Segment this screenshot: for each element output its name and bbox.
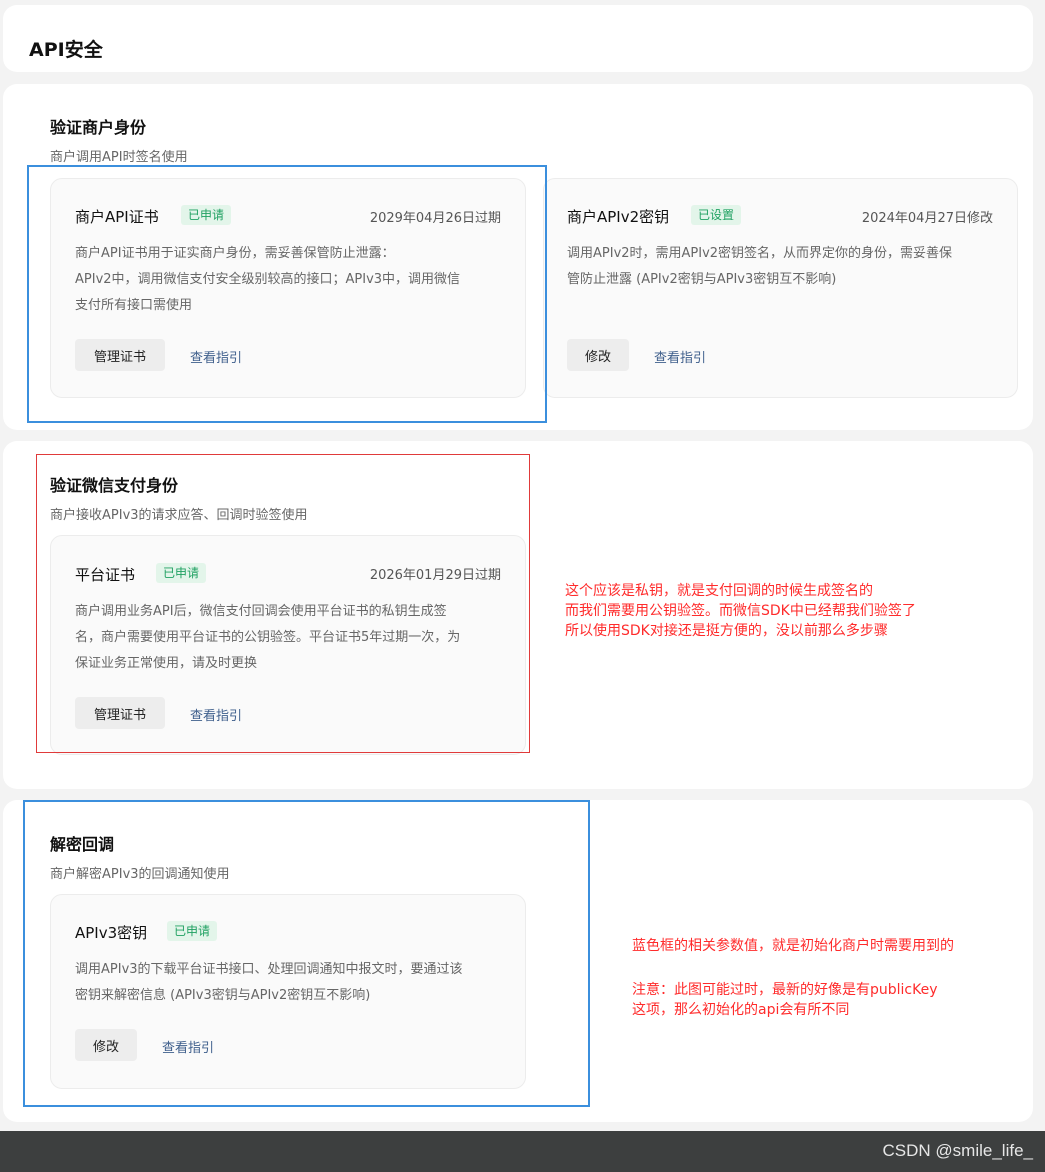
view-guide-link[interactable]: 查看指引 bbox=[654, 347, 706, 366]
annotation-line: 注意：此图可能过时，最新的好像是有publicKey bbox=[632, 982, 938, 998]
desc-line: 商户API证书用于证实商户身份，需妥善保管防止泄露： bbox=[75, 246, 395, 261]
view-guide-link[interactable]: 查看指引 bbox=[190, 705, 242, 724]
annotation-note-private-key: 这个应该是私钥，就是支付回调的时候生成签名的 而我们需要用公钥验签。而微信SDK… bbox=[565, 581, 916, 641]
desc-line: 名，商户需要使用平台证书的公钥验签。平台证书5年过期一次，为 bbox=[75, 630, 461, 645]
annotation-line: 而我们需要用公钥验签。而微信SDK中已经帮我们验签了 bbox=[565, 603, 916, 619]
card-title: 平台证书 bbox=[75, 566, 136, 584]
desc-line: 调用APIv3的下载平台证书接口、处理回调通知中报文时，要通过该 bbox=[75, 962, 463, 977]
header-panel: API安全 bbox=[3, 5, 1033, 72]
view-guide-link[interactable]: 查看指引 bbox=[162, 1037, 214, 1056]
page-title: API安全 bbox=[29, 39, 103, 61]
annotation-line: 蓝色框的相关参数值，就是初始化商户时需要用到的 bbox=[632, 938, 954, 954]
expiry-date: 2026年01月29日过期 bbox=[369, 568, 501, 583]
section-title: 解密回调 bbox=[50, 835, 115, 854]
desc-line: 管防止泄露 (APIv2密钥与APIv3密钥互不影响) bbox=[567, 272, 837, 287]
annotation-line: 所以使用SDK对接还是挺方便的，没以前那么多步骤 bbox=[565, 623, 888, 639]
desc-line: 调用APIv2时，需用APIv2密钥签名，从而界定你的身份，需妥善保 bbox=[567, 246, 953, 261]
annotation-line: 这项，那么初始化的api会有所不同 bbox=[632, 1002, 850, 1018]
view-guide-link[interactable]: 查看指引 bbox=[190, 347, 242, 366]
annotation-note-outdated: 注意：此图可能过时，最新的好像是有publicKey 这项，那么初始化的api会… bbox=[632, 980, 938, 1020]
card-title: APIv3密钥 bbox=[75, 924, 148, 942]
section-title: 验证商户身份 bbox=[50, 118, 147, 137]
manage-cert-button[interactable]: 管理证书 bbox=[75, 697, 165, 729]
status-badge: 已设置 bbox=[691, 205, 742, 225]
expiry-date: 2029年04月26日过期 bbox=[369, 211, 501, 226]
status-badge: 已申请 bbox=[156, 563, 207, 583]
annotation-note-blue-box: 蓝色框的相关参数值，就是初始化商户时需要用到的 bbox=[632, 936, 954, 956]
card-merchant-apiv2-key: 商户APIv2密钥 已设置 2024年04月27日修改 调用APIv2时，需用A… bbox=[543, 178, 1018, 398]
section-title: 验证微信支付身份 bbox=[50, 476, 179, 495]
card-description: 调用APIv2时，需用APIv2密钥签名，从而界定你的身份，需妥善保 管防止泄露… bbox=[567, 241, 952, 293]
status-badge: 已申请 bbox=[167, 921, 218, 941]
section-desc: 商户接收APIv3的请求应答、回调时验签使用 bbox=[50, 508, 308, 523]
card-platform-cert: 平台证书 已申请 2026年01月29日过期 商户调用业务API后，微信支付回调… bbox=[50, 535, 526, 755]
status-badge: 已申请 bbox=[181, 205, 232, 225]
desc-line: 商户调用业务API后，微信支付回调会使用平台证书的私钥生成签 bbox=[75, 604, 447, 619]
modify-button[interactable]: 修改 bbox=[567, 339, 629, 371]
card-description: 商户API证书用于证实商户身份，需妥善保管防止泄露： APIv2中，调用微信支付… bbox=[75, 241, 460, 319]
modify-button[interactable]: 修改 bbox=[75, 1029, 137, 1061]
card-apiv3-key: APIv3密钥 已申请 调用APIv3的下载平台证书接口、处理回调通知中报文时，… bbox=[50, 894, 526, 1089]
section-merchant-identity: 验证商户身份 商户调用API时签名使用 商户API证书 已申请 2029年04月… bbox=[3, 84, 1033, 430]
card-title: 商户APIv2密钥 bbox=[567, 208, 670, 226]
card-title: 商户API证书 bbox=[75, 208, 159, 226]
section-decrypt-callback: 解密回调 商户解密APIv3的回调通知使用 APIv3密钥 已申请 调用APIv… bbox=[3, 800, 1033, 1122]
footer-bar: CSDN @smile_life_ bbox=[0, 1131, 1045, 1172]
card-description: 调用APIv3的下载平台证书接口、处理回调通知中报文时，要通过该 密钥来解密信息… bbox=[75, 957, 463, 1009]
manage-cert-button[interactable]: 管理证书 bbox=[75, 339, 165, 371]
desc-line: 密钥来解密信息 (APIv3密钥与APIv2密钥互不影响) bbox=[75, 988, 371, 1003]
annotation-line: 这个应该是私钥，就是支付回调的时候生成签名的 bbox=[565, 583, 873, 599]
desc-line: APIv2中，调用微信支付安全级别较高的接口；APIv3中，调用微信 bbox=[75, 272, 461, 287]
desc-line: 保证业务正常使用，请及时更换 bbox=[75, 656, 258, 671]
section-desc: 商户调用API时签名使用 bbox=[50, 150, 188, 165]
card-merchant-api-cert: 商户API证书 已申请 2029年04月26日过期 商户API证书用于证实商户身… bbox=[50, 178, 526, 398]
card-description: 商户调用业务API后，微信支付回调会使用平台证书的私钥生成签 名，商户需要使用平… bbox=[75, 599, 460, 677]
modified-date: 2024年04月27日修改 bbox=[861, 211, 993, 226]
section-desc: 商户解密APIv3的回调通知使用 bbox=[50, 867, 230, 882]
desc-line: 支付所有接口需使用 bbox=[75, 298, 193, 313]
watermark: CSDN @smile_life_ bbox=[882, 1141, 1033, 1160]
